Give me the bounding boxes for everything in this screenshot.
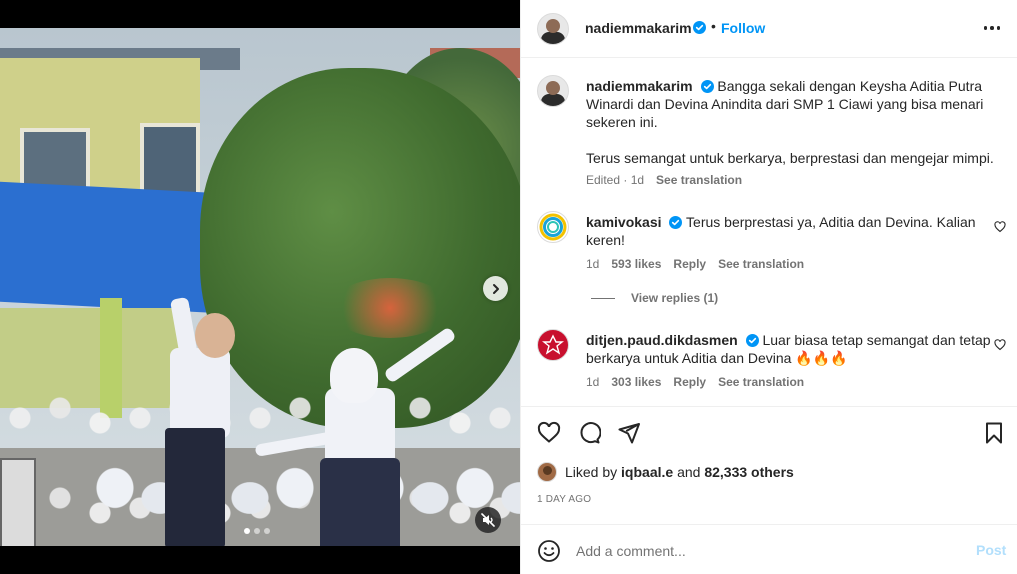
- caption-meta: Edited · 1d See translation: [586, 173, 742, 187]
- verified-badge-icon: [665, 214, 683, 230]
- carousel-indicator: [244, 528, 270, 534]
- liked-by-prefix: Liked by: [565, 464, 618, 480]
- author-username[interactable]: nadiemmakarim: [585, 20, 692, 36]
- dancer-body: [170, 348, 230, 438]
- reply-button[interactable]: Reply: [673, 257, 706, 271]
- bookmark-icon[interactable]: [982, 421, 1006, 445]
- chevron-right-icon: [492, 283, 499, 294]
- view-replies-button[interactable]: View replies (1): [591, 291, 718, 305]
- avatar-face: [546, 81, 560, 95]
- emoji-icon[interactable]: [537, 539, 561, 563]
- comment-likes[interactable]: 593 likes: [611, 257, 661, 271]
- speaker-muted-icon: [481, 513, 495, 527]
- avatar[interactable]: [537, 75, 569, 107]
- post-panel: nadiemmakarim • Follow nadiemmakarim Ban…: [520, 0, 1017, 574]
- comment-meta: 1d 303 likes Reply See translation: [586, 375, 804, 389]
- comment-time: 1d: [586, 257, 600, 271]
- verified-badge-icon: [742, 332, 759, 348]
- caption-text: nadiemmakarim Bangga sekali dengan Keysh…: [586, 77, 1006, 167]
- liker-avatar[interactable]: [537, 462, 557, 482]
- view-replies-label: View replies (1): [631, 291, 719, 305]
- caption-username[interactable]: nadiemmakarim: [586, 78, 693, 94]
- avatar[interactable]: [537, 329, 569, 361]
- liked-by-others[interactable]: 82,333 others: [704, 464, 794, 480]
- carousel-dot: [264, 528, 270, 534]
- comment-text: ditjen.paud.dikdasmen Luar biasa tetap s…: [586, 331, 1006, 367]
- comment-username[interactable]: ditjen.paud.dikdasmen: [586, 332, 738, 348]
- post-comment-button[interactable]: Post: [976, 542, 1006, 558]
- carousel-dot: [244, 528, 250, 534]
- share-send-icon[interactable]: [617, 421, 641, 445]
- avatar-shirt: [541, 94, 565, 106]
- comment-time: 1d: [586, 375, 600, 389]
- kamivokasi-logo-icon: [539, 213, 567, 241]
- video-frame[interactable]: [0, 28, 520, 546]
- avatar-face: [546, 19, 560, 33]
- next-slide-button[interactable]: [483, 276, 508, 301]
- avatar-shirt: [541, 32, 565, 44]
- edited-time: Edited · 1d: [586, 173, 645, 187]
- comment-input[interactable]: [576, 541, 956, 561]
- liked-by-user[interactable]: iqbaal.e: [621, 464, 673, 480]
- liked-by-and: and: [677, 464, 701, 480]
- see-translation-link[interactable]: See translation: [718, 257, 804, 271]
- like-comment-heart-icon[interactable]: [994, 221, 1006, 233]
- comment-username[interactable]: kamivokasi: [586, 214, 662, 230]
- comment-bubble-icon[interactable]: [577, 421, 601, 445]
- verified-badge-icon: [693, 21, 706, 39]
- more-dot-icon: [983, 26, 988, 30]
- dancer-skirt: [320, 458, 400, 546]
- more-options-button[interactable]: [981, 18, 1003, 38]
- ditjen-logo-icon: [542, 334, 564, 355]
- reply-button[interactable]: Reply: [673, 375, 706, 389]
- comment-text: kamivokasi Terus berprestasi ya, Aditia …: [586, 213, 1006, 249]
- see-translation-link[interactable]: See translation: [718, 375, 804, 389]
- add-comment-bar: Post: [521, 524, 1017, 574]
- more-dot-icon: [990, 26, 994, 30]
- post-timestamp[interactable]: 1 DAY AGO: [537, 494, 591, 505]
- flowers: [330, 278, 450, 338]
- liker-face: [543, 466, 552, 475]
- dancer-legs: [165, 428, 225, 546]
- likes-summary[interactable]: Liked by iqbaal.e and 82,333 others: [537, 462, 794, 482]
- more-dot-icon: [996, 26, 1001, 30]
- follow-button[interactable]: Follow: [721, 20, 765, 36]
- verified-badge-icon: [697, 78, 714, 94]
- caption-body-2: Terus semangat untuk berkarya, berpresta…: [586, 150, 994, 166]
- see-translation-link[interactable]: See translation: [656, 173, 742, 187]
- like-heart-icon[interactable]: [537, 421, 561, 445]
- replies-line: [591, 297, 615, 299]
- comments-section[interactable]: nadiemmakarim Bangga sekali dengan Keysh…: [521, 59, 1017, 406]
- comment-meta: 1d 593 likes Reply See translation: [586, 257, 804, 271]
- separator-dot: •: [711, 18, 716, 34]
- post-media[interactable]: [0, 0, 520, 574]
- avatar[interactable]: [537, 211, 569, 243]
- speaker: [0, 458, 36, 546]
- comment-likes[interactable]: 303 likes: [611, 375, 661, 389]
- avatar[interactable]: [537, 13, 569, 45]
- action-bar: [521, 406, 1017, 460]
- carousel-dot: [254, 528, 260, 534]
- dancer-head: [330, 348, 378, 403]
- post-header: nadiemmakarim • Follow: [521, 0, 1017, 58]
- dancer-head: [195, 313, 235, 358]
- like-comment-heart-icon[interactable]: [994, 339, 1006, 351]
- seated-students: [90, 458, 520, 546]
- mute-button[interactable]: [475, 507, 501, 533]
